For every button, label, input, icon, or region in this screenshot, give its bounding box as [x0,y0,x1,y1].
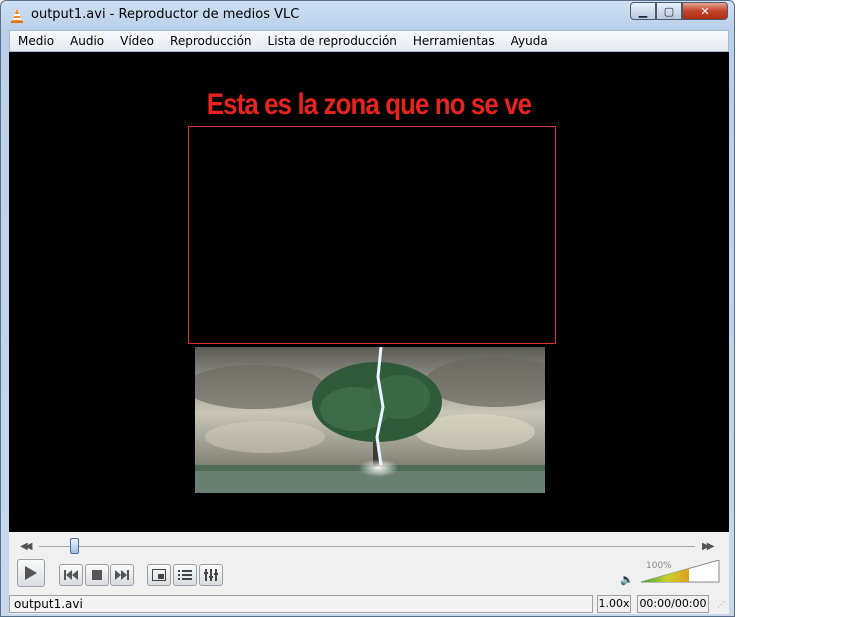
maximize-button[interactable]: ▢ [656,2,682,20]
extended-settings-button[interactable] [199,564,223,586]
hidden-zone-outline [188,126,556,344]
resize-grip[interactable]: ⋰ [717,600,725,609]
next-button[interactable] [110,564,134,586]
vlc-window: output1.avi - Reproductor de medios VLC … [0,0,735,617]
previous-button[interactable] [59,564,83,586]
menu-herramientas[interactable]: Herramientas [405,34,503,48]
play-button[interactable] [17,559,45,587]
seek-bar[interactable] [39,546,695,547]
menu-video[interactable]: Vídeo [112,34,162,48]
play-icon [25,566,37,580]
seek-handle[interactable] [70,538,79,554]
hidden-zone-annotation: Esta es la zona que no se ve [206,88,532,121]
extended-settings-icon [204,569,218,581]
playback-controls: ◀◀ ▶▶ 🔈 100% [9,532,729,594]
playback-speed[interactable]: 1.00x [597,595,631,613]
stop-button[interactable] [85,564,109,586]
minimize-button[interactable]: ▁ [630,2,656,20]
next-icon [115,570,129,580]
window-title: output1.avi - Reproductor de medios VLC [31,7,300,22]
previous-icon [64,570,78,580]
menu-medio[interactable]: Medio [10,34,62,48]
menu-bar: Medio Audio Vídeo Reproducción Lista de … [9,30,729,52]
seek-backward-icon[interactable]: ◀◀ [20,541,33,552]
fullscreen-button[interactable] [147,564,171,586]
title-bar[interactable]: output1.avi - Reproductor de medios VLC … [1,1,734,29]
vlc-cone-icon [11,9,23,23]
menu-ayuda[interactable]: Ayuda [503,34,556,48]
video-frame-tree-image [195,347,545,493]
close-button[interactable]: ✕ [682,2,728,20]
seek-forward-icon[interactable]: ▶▶ [702,541,715,552]
menu-audio[interactable]: Audio [62,34,112,48]
speaker-icon[interactable]: 🔈 [620,573,634,586]
status-filename: output1.avi [9,595,593,613]
fullscreen-icon [152,569,166,581]
volume-slider[interactable] [641,560,721,583]
menu-lista-reproduccion[interactable]: Lista de reproducción [260,34,405,48]
stop-icon [92,570,102,580]
menu-reproduccion[interactable]: Reproducción [162,34,260,48]
video-area[interactable]: Esta es la zona que no se ve [9,52,729,532]
status-bar: output1.avi 1.00x 00:00/00:00 ⋰ [9,594,729,614]
playlist-icon [178,570,192,580]
playback-time[interactable]: 00:00/00:00 [637,595,709,613]
window-controls: ▁ ▢ ✕ [630,2,728,22]
playlist-button[interactable] [173,564,197,586]
